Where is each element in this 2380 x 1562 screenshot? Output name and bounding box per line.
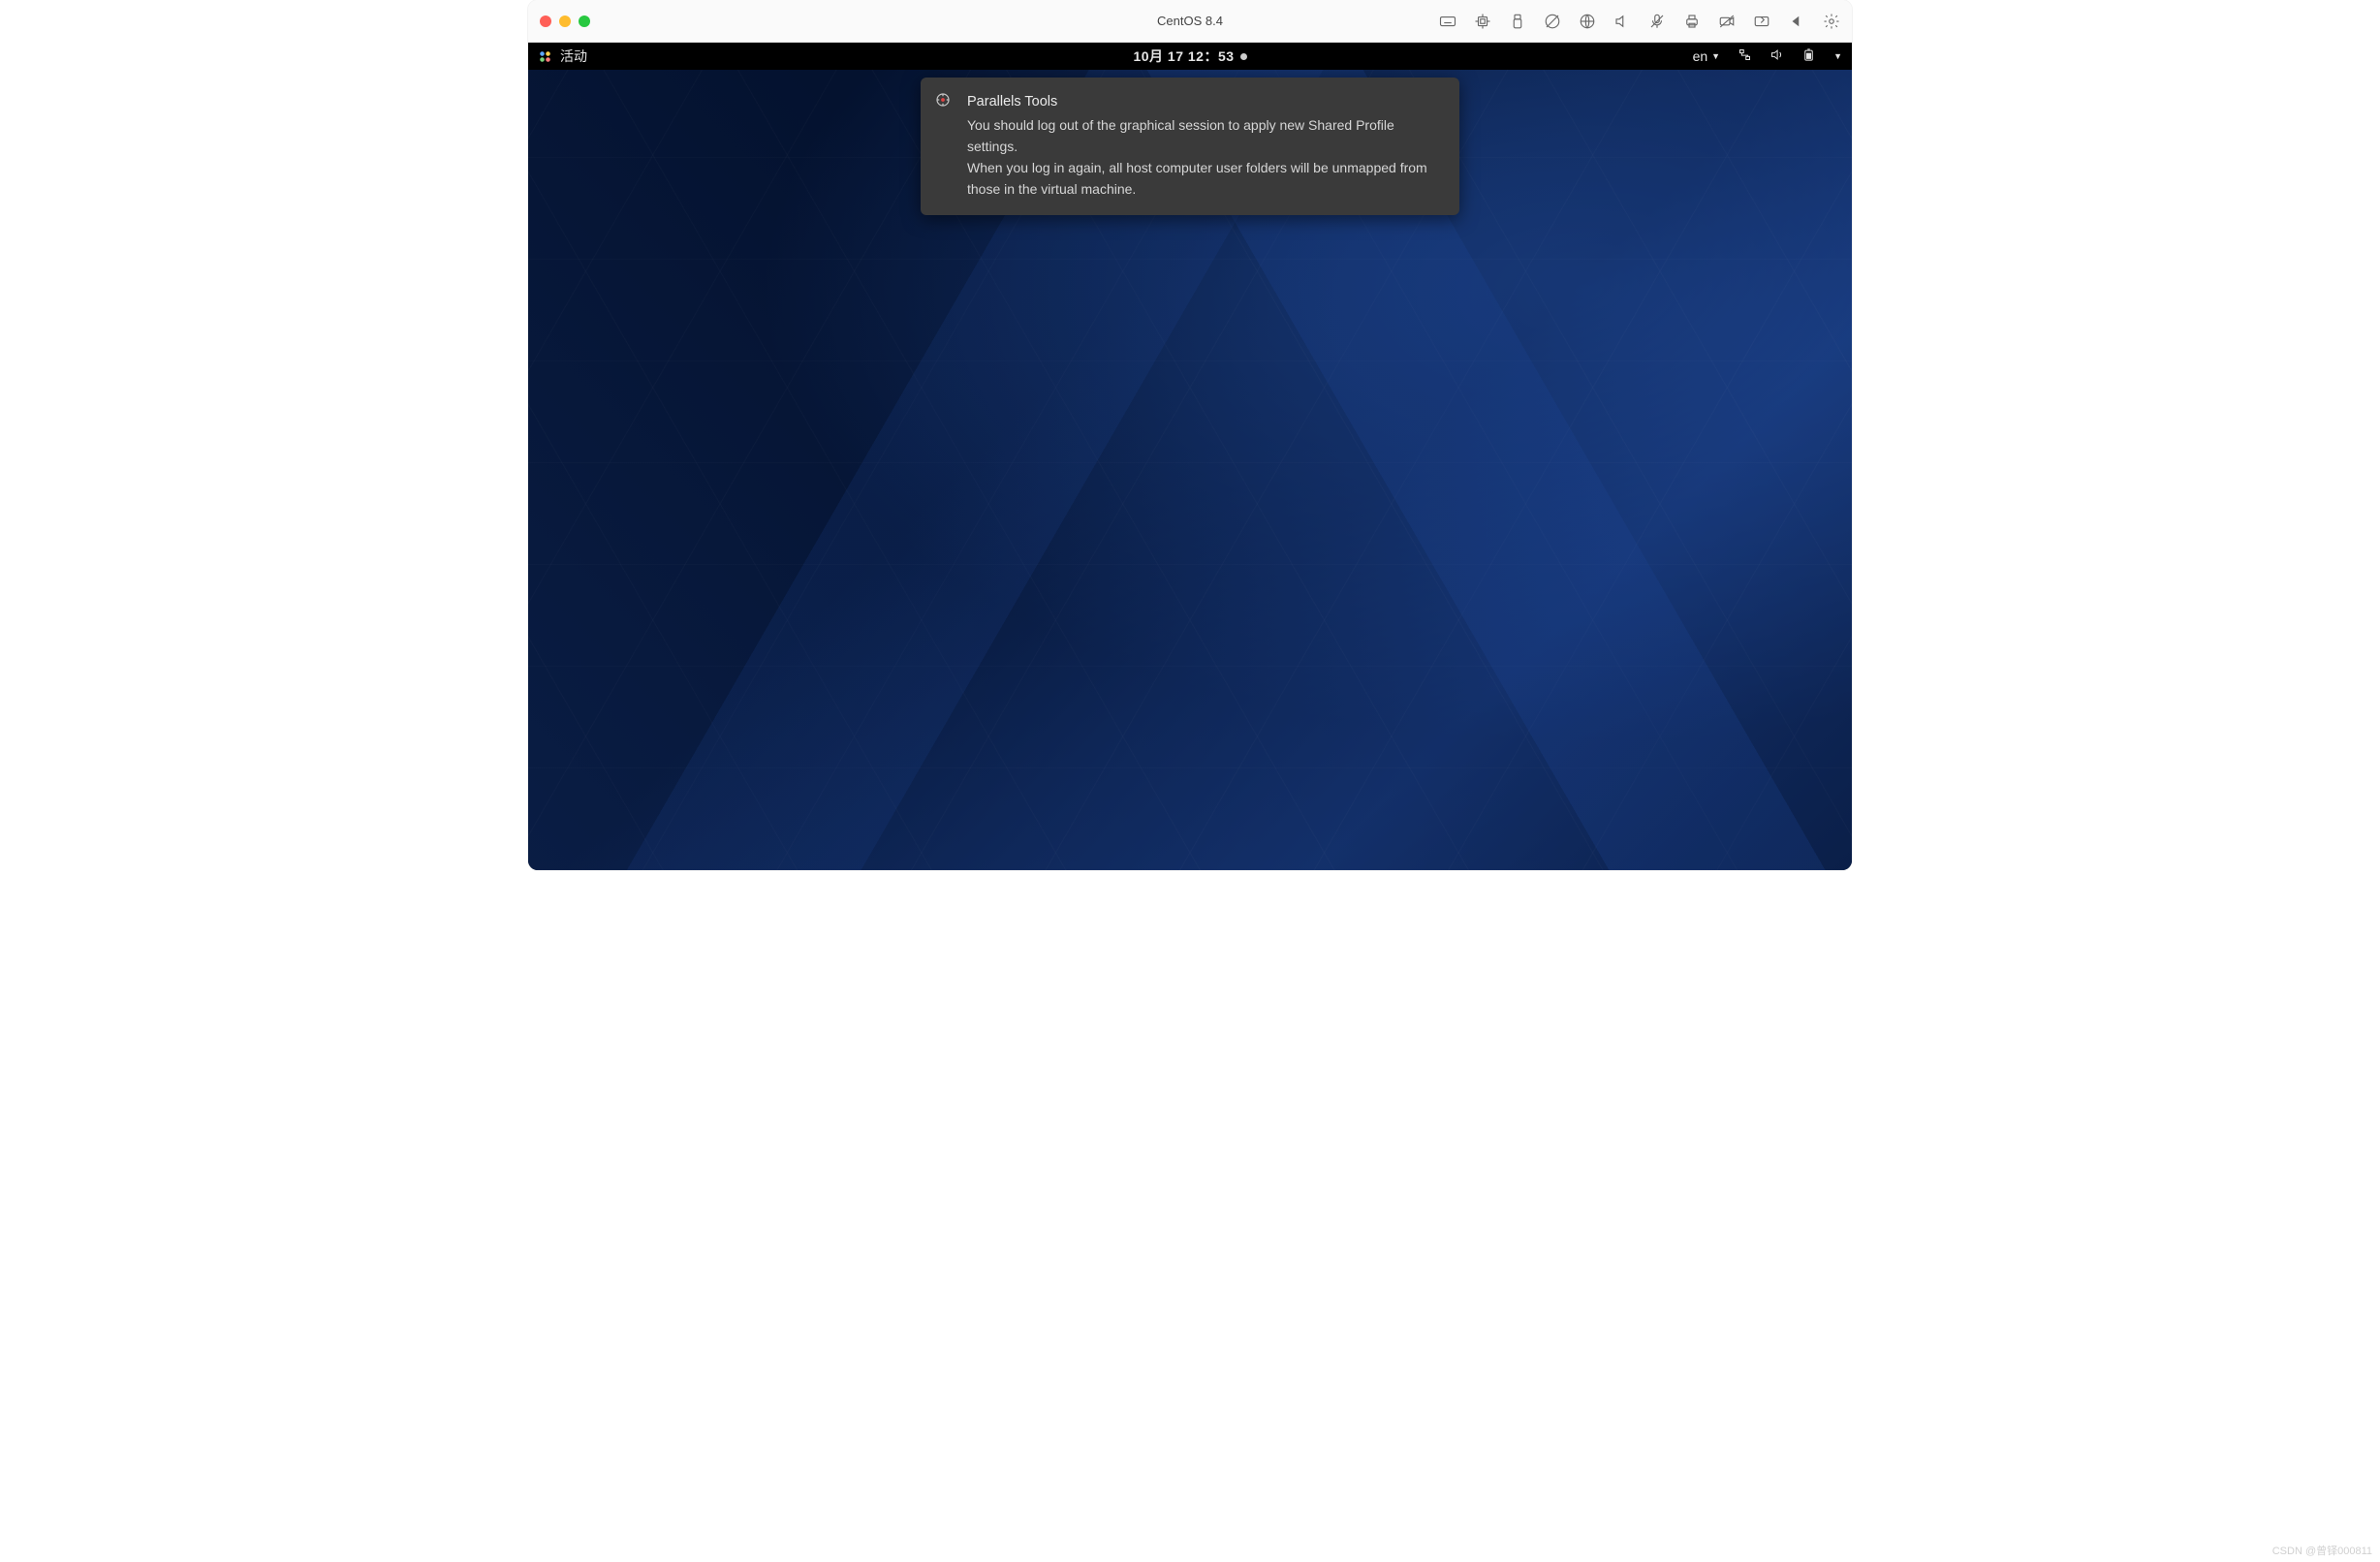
network-wired-icon[interactable] bbox=[1738, 47, 1752, 65]
language-label: en bbox=[1693, 48, 1708, 64]
activities-icon bbox=[538, 49, 552, 64]
display-icon[interactable] bbox=[1753, 13, 1770, 30]
volume-icon[interactable] bbox=[1613, 13, 1631, 30]
close-window-button[interactable] bbox=[540, 16, 551, 27]
clock-area[interactable]: 10月 17 12：53 bbox=[528, 47, 1852, 66]
host-menu-icons bbox=[1439, 13, 1840, 30]
notification-body-line1: You should log out of the graphical sess… bbox=[967, 115, 1442, 157]
minimize-window-button[interactable] bbox=[559, 16, 571, 27]
arrow-left-icon[interactable] bbox=[1788, 13, 1805, 30]
mic-mute-icon[interactable] bbox=[1648, 13, 1666, 30]
printer-icon[interactable] bbox=[1683, 13, 1701, 30]
globe-icon[interactable] bbox=[1579, 13, 1596, 30]
keyboard-icon[interactable] bbox=[1439, 13, 1456, 30]
notification-popup[interactable]: Parallels Tools You should log out of th… bbox=[921, 78, 1459, 215]
notification-dot-icon bbox=[1240, 53, 1247, 60]
chevron-down-icon: ▼ bbox=[1711, 51, 1720, 61]
globe-slash-icon[interactable] bbox=[1544, 13, 1561, 30]
clock-label: 10月 17 12：53 bbox=[1133, 47, 1234, 66]
gear-icon[interactable] bbox=[1823, 13, 1840, 30]
volume-icon[interactable] bbox=[1769, 47, 1784, 65]
window-controls bbox=[540, 16, 590, 27]
gnome-topbar: 活动 10月 17 12：53 en ▼ ▼ bbox=[528, 43, 1852, 70]
system-menu-chevron-icon[interactable]: ▼ bbox=[1833, 51, 1842, 61]
host-titlebar: CentOS 8.4 bbox=[528, 0, 1852, 43]
zoom-window-button[interactable] bbox=[579, 16, 590, 27]
host-window: CentOS 8.4 活动 10月 17 12：53 bbox=[528, 0, 1852, 870]
usb-icon[interactable] bbox=[1509, 13, 1526, 30]
camera-off-icon[interactable] bbox=[1718, 13, 1736, 30]
guest-desktop[interactable]: 活动 10月 17 12：53 en ▼ ▼ Parallels T bbox=[528, 43, 1852, 870]
cpu-icon[interactable] bbox=[1474, 13, 1491, 30]
activities-button[interactable]: 活动 bbox=[538, 47, 587, 66]
notification-title: Parallels Tools bbox=[967, 91, 1442, 112]
notification-body-line2: When you log in again, all host computer… bbox=[967, 158, 1442, 200]
battery-icon[interactable] bbox=[1801, 47, 1816, 65]
parallels-tools-icon bbox=[934, 91, 952, 109]
activities-label: 活动 bbox=[560, 47, 587, 66]
watermark: CSDN @曾铎000811 bbox=[2272, 1543, 2372, 1558]
input-language-button[interactable]: en ▼ bbox=[1693, 48, 1721, 64]
